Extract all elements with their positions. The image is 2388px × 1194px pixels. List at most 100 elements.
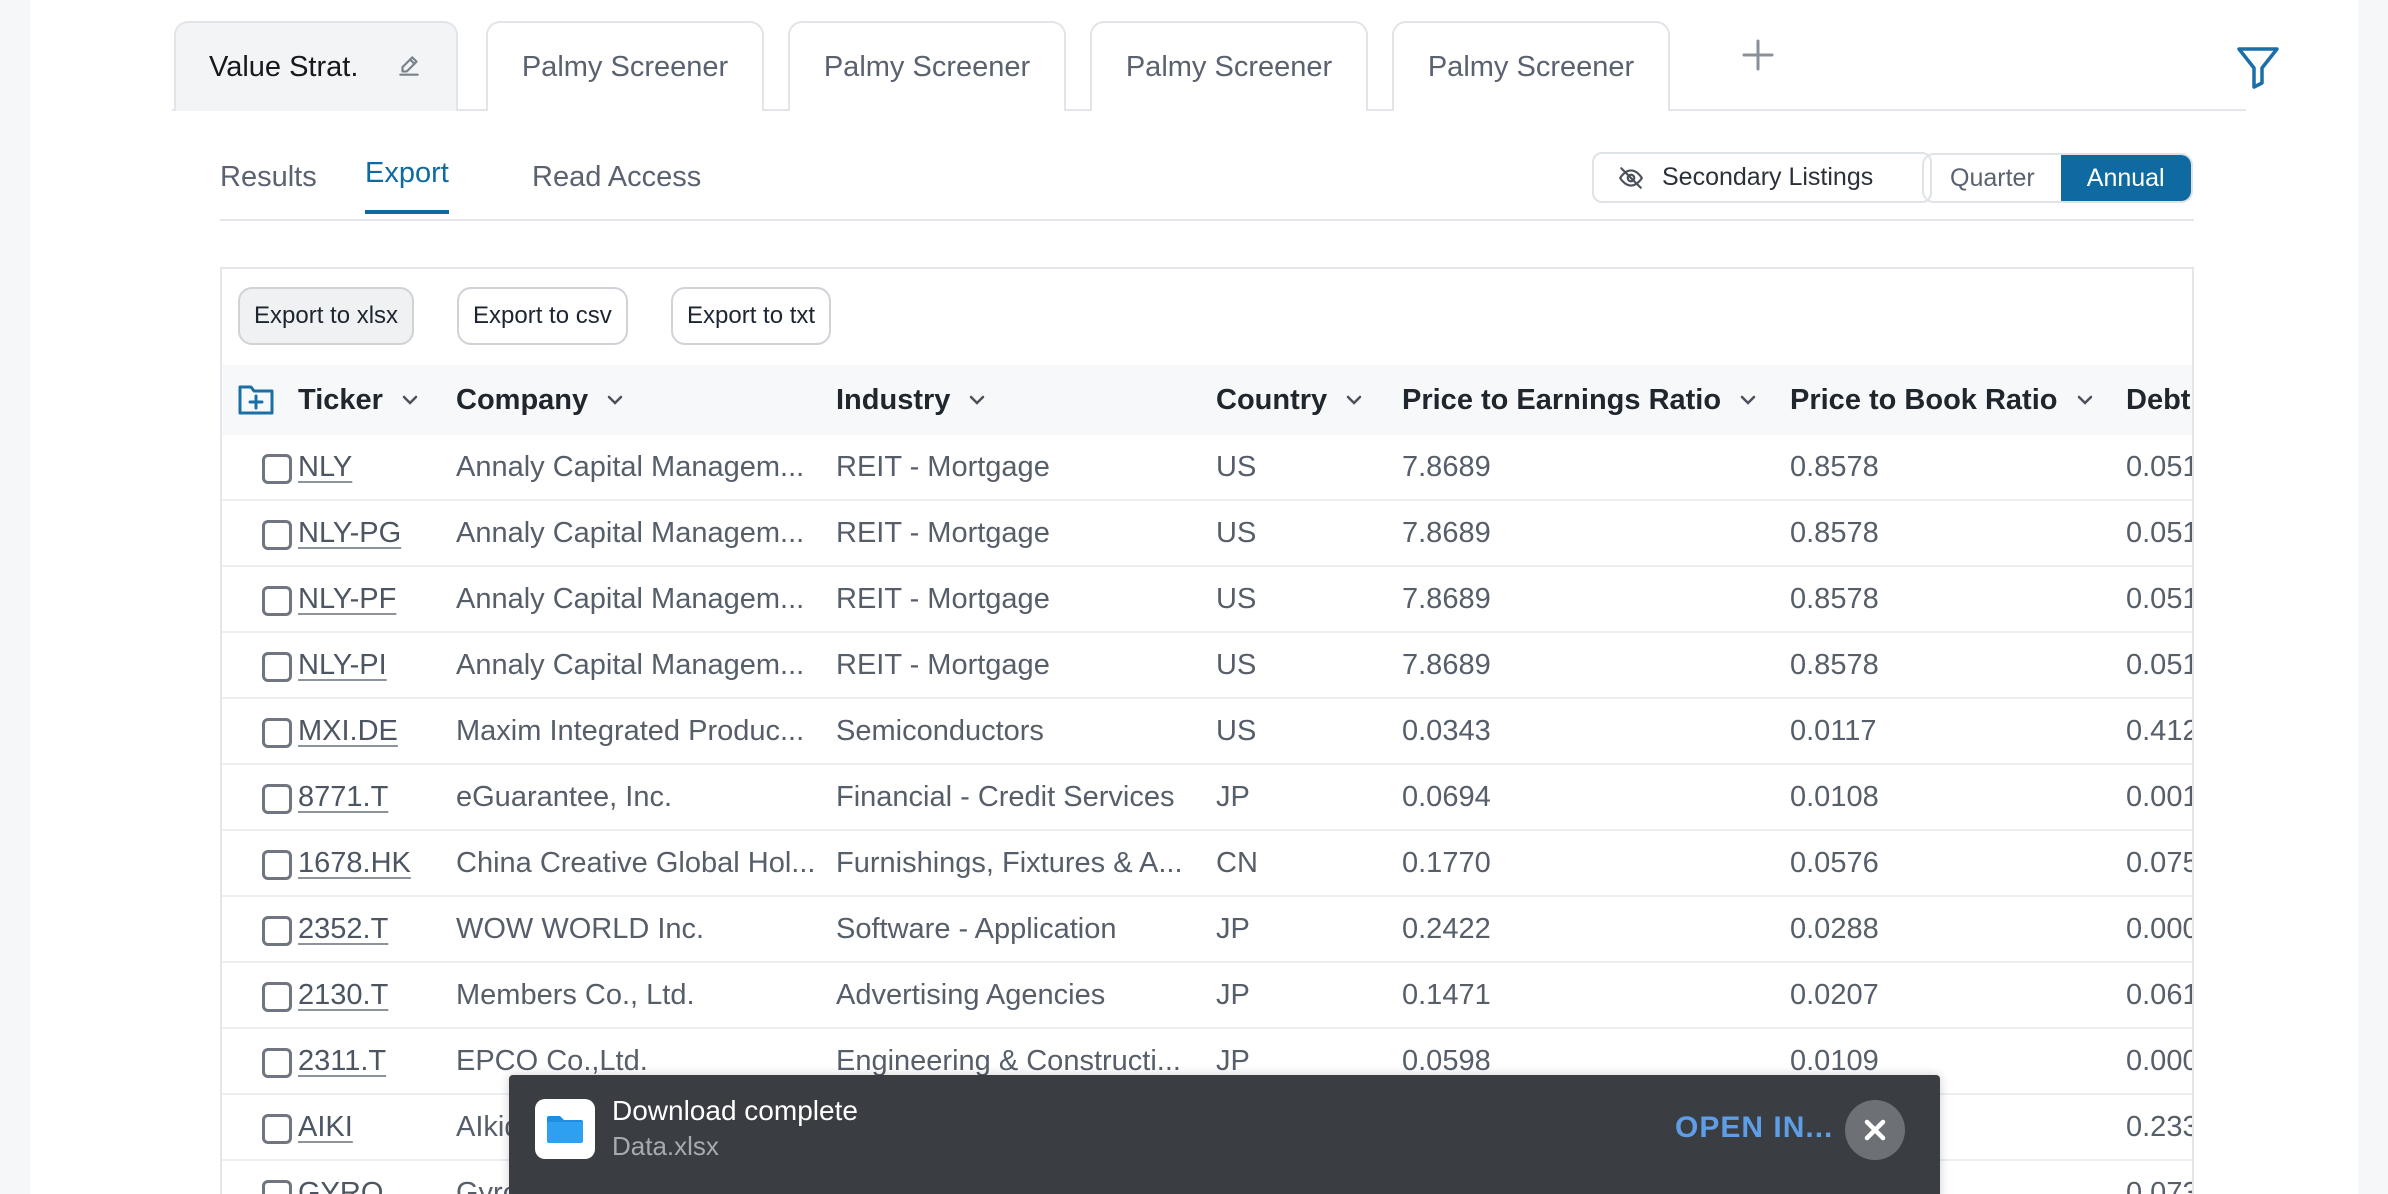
company-cell: Annaly Capital Managem... [456,451,805,483]
column-label: Ticker [298,383,383,416]
row-checkbox[interactable] [262,454,292,484]
debt-cell: 0.000 [2126,913,2194,945]
quarter-option[interactable]: Quarter [1924,155,2061,201]
secondary-listings-button[interactable]: Secondary Listings [1592,152,1932,203]
export-xlsx-button[interactable]: Export to xlsx [238,287,415,345]
company-cell: Maxim Integrated Produc... [456,715,805,747]
screener-tab-label: Value Strat. [209,50,359,83]
chevron-down-icon [607,395,623,405]
country-cell: US [1216,451,1257,483]
company-cell: Members Co., Ltd. [456,979,695,1011]
pb-ratio-cell: 0.0288 [1790,913,1879,945]
tab-read-access[interactable]: Read Access [532,161,701,216]
ticker-link[interactable]: 8771.T [298,765,438,829]
ticker-link[interactable]: NLY-PG [298,501,438,565]
debt-cell: 0.073 [2126,1177,2194,1194]
screener-tab-label: Palmy Screener [1427,50,1635,83]
pb-ratio-cell: 0.0108 [1790,781,1879,813]
screener-page: Value Strat. Palmy Screener Palmy Screen… [30,0,2358,1194]
country-cell: CN [1216,847,1258,879]
row-checkbox[interactable] [262,916,292,946]
table-row: NLY-PI Annaly Capital Managem... REIT - Mo… [222,633,2192,699]
country-cell: US [1216,517,1257,549]
column-header-industry[interactable]: Industry [836,365,986,435]
pe-ratio-cell: 0.1770 [1402,847,1491,879]
pb-ratio-cell: 0.8578 [1790,517,1879,549]
annual-option[interactable]: Annual [2060,155,2191,201]
column-header-pb-ratio[interactable]: Price to Book Ratio [1790,365,2094,435]
secondary-listings-label: Secondary Listings [1662,163,1874,191]
tab-export[interactable]: Export [365,157,449,214]
filter-icon[interactable] [2235,44,2281,90]
chevron-down-icon [2077,395,2092,405]
pencil-icon[interactable] [396,53,422,79]
add-to-folder-icon[interactable] [238,382,274,416]
country-cell: US [1216,715,1257,747]
ticker-link[interactable]: 2311.T [298,1029,438,1093]
open-in-button[interactable]: OPEN IN... [1675,1111,1833,1145]
row-checkbox[interactable] [262,652,292,682]
column-header-company[interactable]: Company [456,365,624,435]
pe-ratio-cell: 0.0694 [1402,781,1491,813]
country-cell: JP [1216,979,1250,1011]
row-checkbox[interactable] [262,1180,292,1194]
screener-tab-label: Palmy Screener [823,50,1031,83]
column-header-ticker[interactable]: Ticker [298,365,419,435]
screener-tab-bar: Value Strat. Palmy Screener Palmy Screen… [172,0,2279,111]
tab-results[interactable]: Results [220,161,317,216]
pb-ratio-cell: 0.8578 [1790,451,1879,483]
screener-tab-palmy-2[interactable]: Palmy Screener [788,21,1066,111]
ticker-link[interactable]: 1678.HK [298,831,438,895]
company-cell: WOW WORLD Inc. [456,913,705,945]
ticker-link[interactable]: NLY-PI [298,633,438,697]
period-toggle: Quarter Annual [1922,153,2193,203]
row-checkbox[interactable] [262,1048,292,1078]
screener-tab-palmy-4[interactable]: Palmy Screener [1392,21,1670,111]
row-checkbox[interactable] [262,586,292,616]
pe-ratio-cell: 0.0343 [1402,715,1491,747]
export-toolbar: Export to xlsx Export to csv Export to t… [222,269,2192,365]
debt-cell: 0.001 [2126,781,2194,813]
screener-tab-palmy-1[interactable]: Palmy Screener [486,21,764,111]
row-checkbox[interactable] [262,1114,292,1144]
screener-tab-label: Palmy Screener [1125,50,1333,83]
screener-tab-palmy-3[interactable]: Palmy Screener [1090,21,1368,111]
ticker-link[interactable]: MXI.DE [298,699,438,763]
close-icon[interactable] [1845,1100,1905,1160]
ticker-link[interactable]: 2130.T [298,963,438,1027]
company-cell: Annaly Capital Managem... [456,583,805,615]
toast-title: Download complete [612,1095,858,1126]
column-header-debt[interactable]: Debt [2126,365,2190,435]
pe-ratio-cell: 7.8689 [1402,649,1491,681]
industry-cell: REIT - Mortgage [836,517,1050,549]
ticker-link[interactable]: NLY-PF [298,567,438,631]
row-checkbox[interactable] [262,784,292,814]
industry-cell: REIT - Mortgage [836,649,1050,681]
export-txt-button[interactable]: Export to txt [671,287,832,345]
debt-cell: 0.075 [2126,847,2194,879]
column-label: Price to Earnings Ratio [1402,383,1722,416]
chevron-down-icon [970,395,985,405]
country-cell: JP [1216,913,1250,945]
industry-cell: Financial - Credit Services [836,781,1175,813]
row-checkbox[interactable] [262,982,292,1012]
pb-ratio-cell: 0.0117 [1790,715,1877,747]
pb-ratio-cell: 0.8578 [1790,583,1879,615]
screener-tab-value-strat[interactable]: Value Strat. [174,21,458,111]
ticker-link[interactable]: AIKI [298,1095,438,1159]
add-tab-plus-icon[interactable] [1738,35,1778,75]
debt-cell: 0.051 [2126,583,2194,615]
column-header-pe-ratio[interactable]: Price to Earnings Ratio [1402,365,1757,435]
row-checkbox[interactable] [262,718,292,748]
column-header-country[interactable]: Country [1216,365,1363,435]
ticker-link[interactable]: GYRO [298,1161,438,1194]
ticker-link[interactable]: 2352.T [298,897,438,961]
pe-ratio-cell: 0.2422 [1402,913,1491,945]
column-label: Country [1216,383,1328,416]
column-label: Price to Book Ratio [1790,383,2058,416]
row-checkbox[interactable] [262,850,292,880]
ticker-link[interactable]: NLY [298,435,438,499]
table-row: NLY-PG Annaly Capital Managem... REIT - Mo… [222,501,2192,567]
export-csv-button[interactable]: Export to csv [457,287,628,345]
row-checkbox[interactable] [262,520,292,550]
